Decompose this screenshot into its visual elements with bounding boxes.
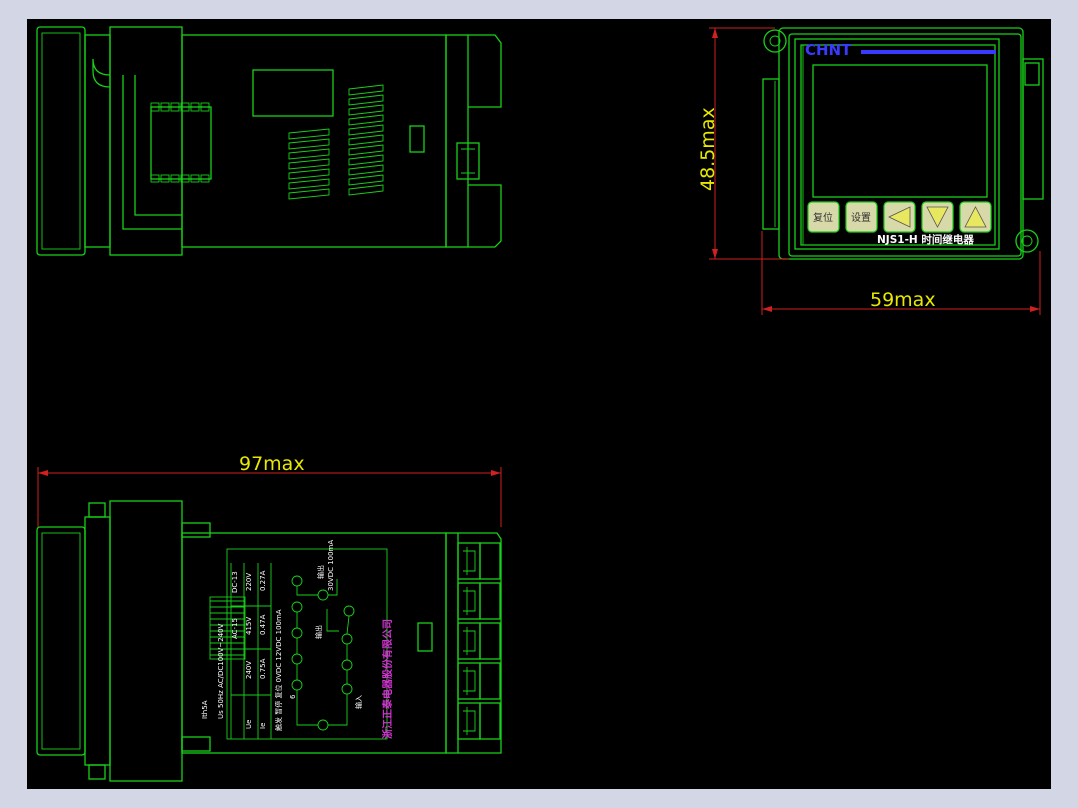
length-dimension-text: 97max — [239, 453, 305, 475]
ie-value-1: 0.75A — [259, 658, 267, 679]
reset-button[interactable]: 复位 — [807, 201, 840, 233]
cad-drawing: CHNT 复位 设置 NJS1-H 时间继电器 48.5max 59max 97… — [36, 26, 1044, 782]
wiring-diagram — [291, 575, 355, 731]
category-dc-label: DC-13 — [231, 571, 239, 593]
down-button[interactable] — [921, 201, 954, 233]
input-label: 输入 — [354, 695, 363, 709]
top-view — [36, 26, 502, 256]
up-button[interactable] — [959, 201, 992, 233]
ie-label: Ie — [259, 723, 267, 729]
manufacturer-label: 浙江正泰电器股份有限公司 — [381, 619, 394, 739]
us-rating-label: Us 50Hz AC/DC100V~240V — [217, 623, 225, 719]
output-spec-label: 30VDC 100mA — [327, 540, 335, 591]
left-button[interactable] — [883, 201, 916, 233]
dimension-length: 97max — [37, 453, 502, 527]
io-row-label: 触发 暂停 复位 0VDC 12VDC 100mA — [274, 609, 283, 731]
ue-value-2: 415V — [245, 617, 253, 635]
ie-value-3: 0.27A — [259, 570, 267, 591]
ith-label: Ith5A — [201, 700, 209, 719]
ue-label: Ue — [245, 720, 253, 729]
ue-value-1: 240V — [245, 661, 253, 679]
terminal-6: 6 — [289, 694, 297, 699]
cad-drawing-canvas: CHNT 复位 设置 NJS1-H 时间继电器 48.5max 59max 97… — [27, 19, 1051, 789]
brand-logo: CHNT — [805, 41, 852, 59]
svg-text:设置: 设置 — [851, 212, 871, 224]
category-ac-label: AC-15 — [231, 618, 239, 639]
front-view: CHNT 复位 设置 NJS1-H 时间继电器 — [762, 27, 1044, 260]
side-view: Ith5A Us 50Hz AC/DC100V~240V AC-15 DC-13… — [36, 500, 502, 782]
front-buttons: 复位 设置 — [807, 201, 992, 233]
setup-button[interactable]: 设置 — [845, 201, 878, 233]
model-label: NJS1-H 时间继电器 — [877, 233, 974, 246]
output-label-2: 输出 — [316, 565, 325, 579]
width-dimension-text: 59max — [870, 289, 936, 311]
ue-value-3: 220V — [245, 573, 253, 591]
output-label: 输出 — [314, 625, 323, 639]
svg-text:复位: 复位 — [813, 211, 833, 224]
ie-value-2: 0.47A — [259, 614, 267, 635]
height-dimension-text: 48.5max — [697, 107, 719, 191]
